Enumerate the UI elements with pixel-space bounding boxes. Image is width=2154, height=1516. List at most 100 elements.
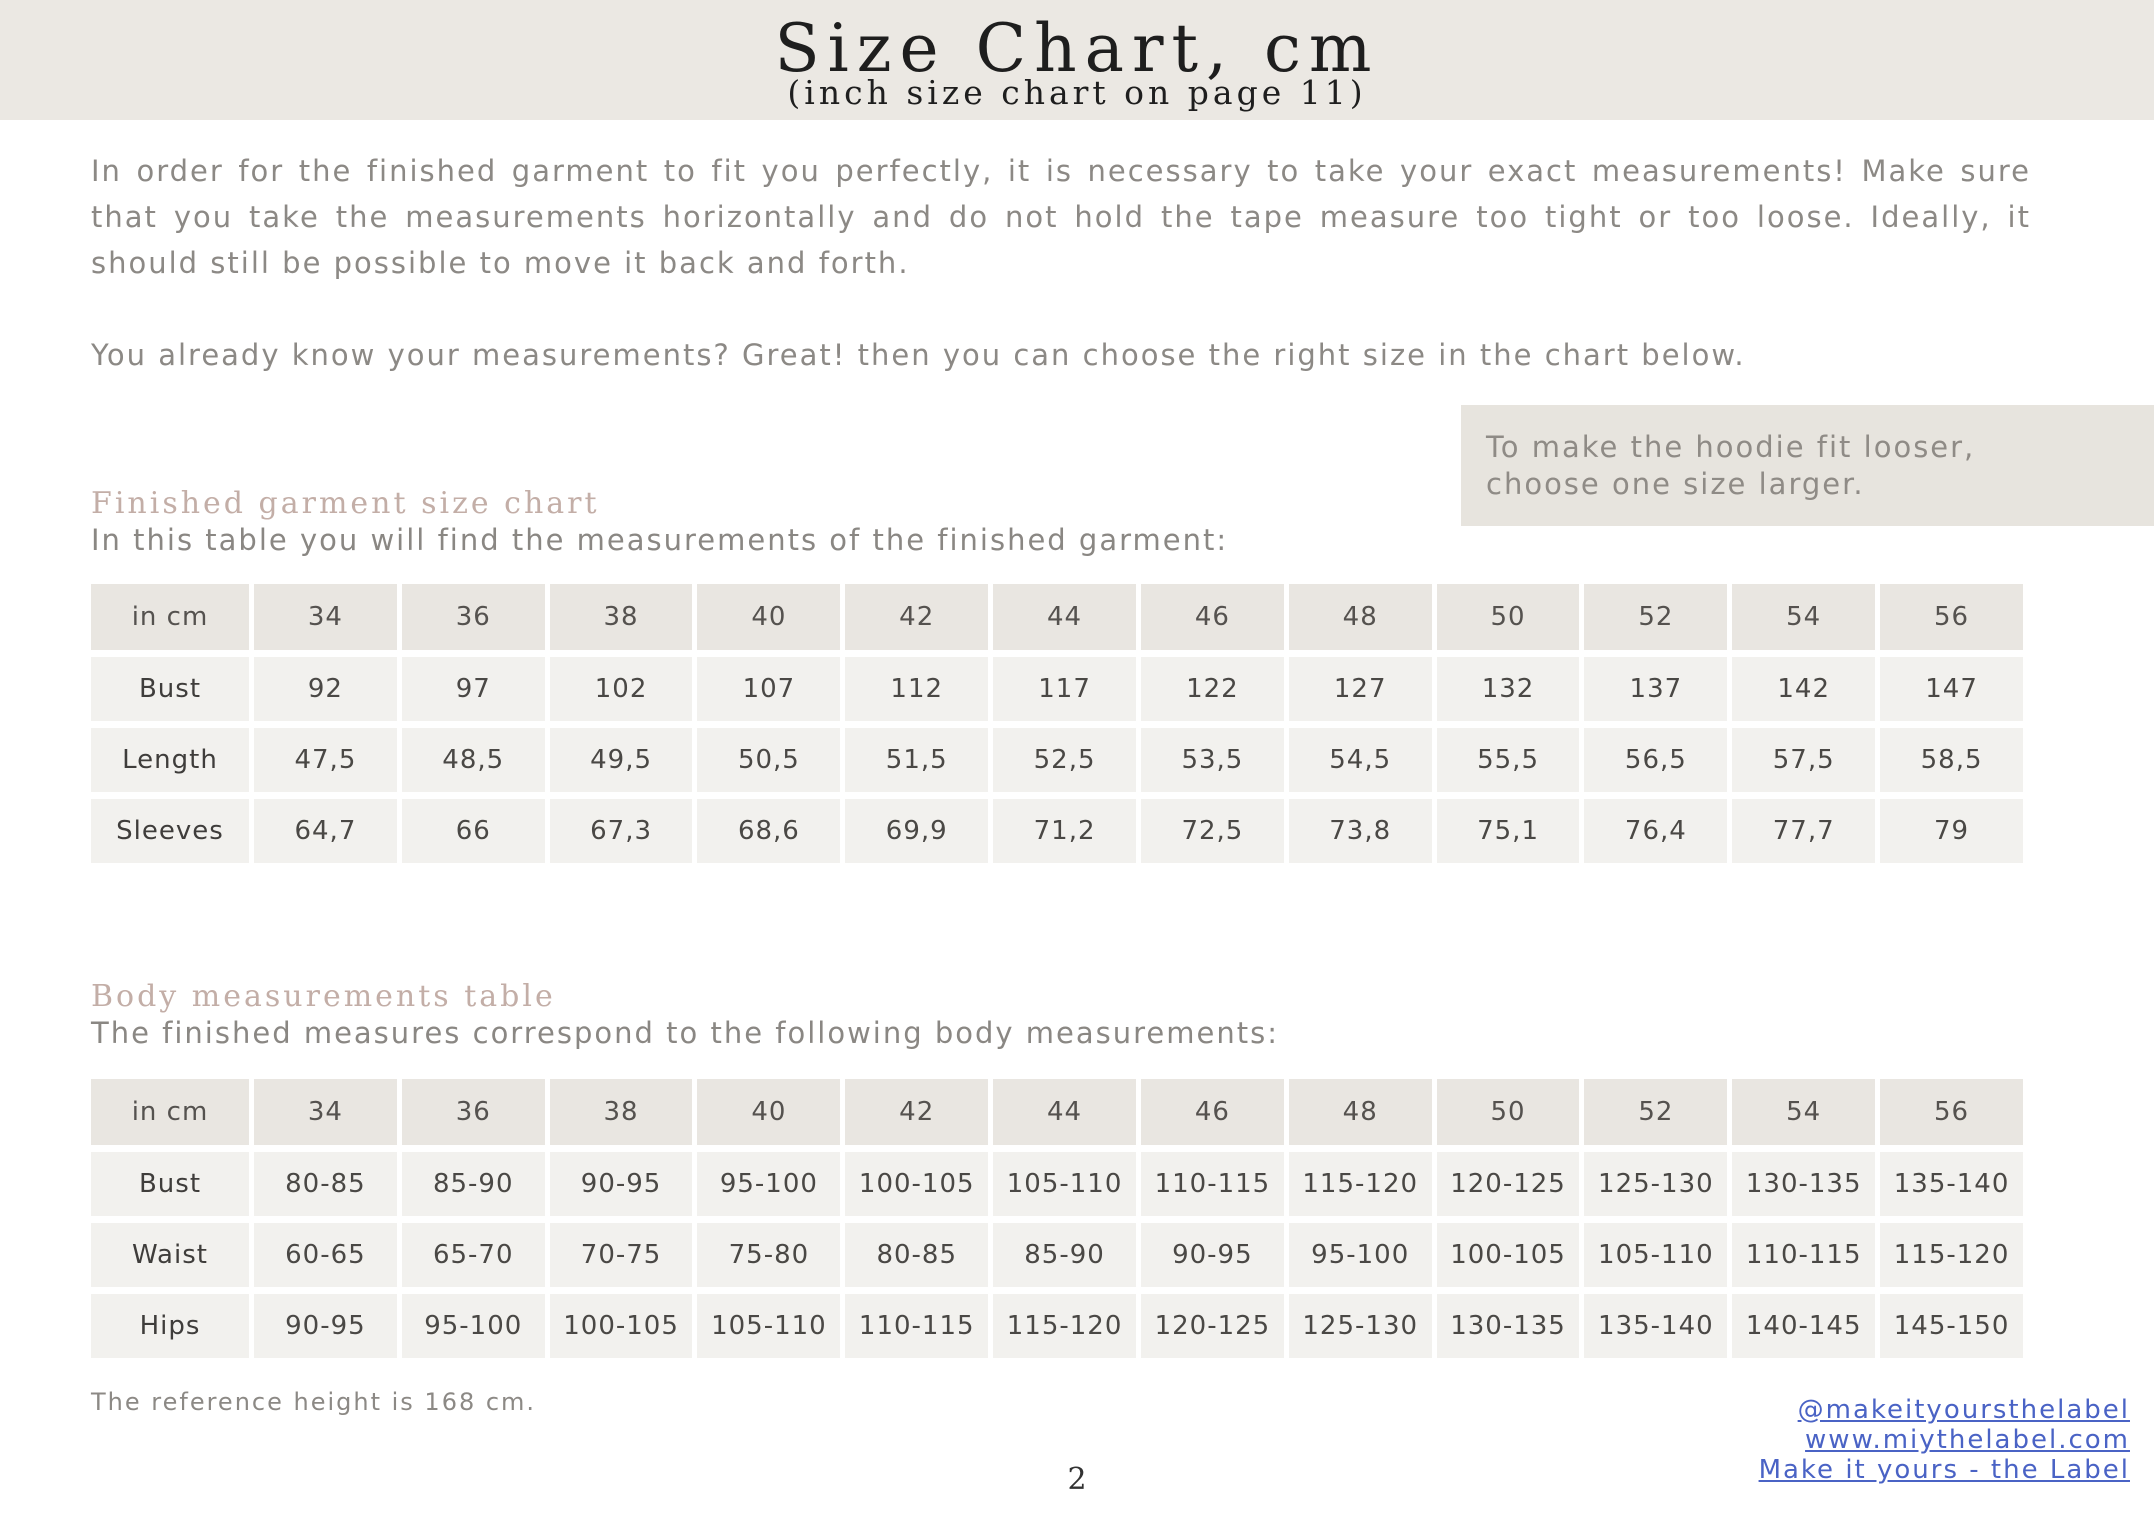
size-header: 52 <box>1584 1079 1728 1145</box>
table-cell: 107 <box>697 657 841 721</box>
table-cell: 67,3 <box>549 799 693 863</box>
table-row: Hips 90-95 95-100 100-105 105-110 110-11… <box>91 1294 2023 1358</box>
table-cell: 90-95 <box>549 1152 693 1216</box>
table-cell: 105-110 <box>993 1152 1136 1216</box>
table-cell: 145-150 <box>1880 1294 2023 1358</box>
table-cell: 110-115 <box>1732 1223 1876 1287</box>
size-header: 36 <box>401 584 545 650</box>
table-row: Bust 80-85 85-90 90-95 95-100 100-105 10… <box>91 1152 2023 1216</box>
body-measurements-table: in cm 34 36 38 40 42 44 46 48 50 52 54 5… <box>86 1072 2028 1365</box>
garment-section-heading: Finished garment size chart <box>91 486 600 521</box>
table-cell: 64,7 <box>254 799 397 863</box>
fit-note-box: To make the hoodie fit looser, choose on… <box>1461 405 2154 526</box>
table-cell: 110-115 <box>845 1294 989 1358</box>
page-subtitle: (inch size chart on page 11) <box>787 73 1367 112</box>
table-cell: 51,5 <box>845 728 989 792</box>
table-cell: 75,1 <box>1436 799 1580 863</box>
table-cell: 127 <box>1288 657 1432 721</box>
instagram-link[interactable]: @makeityoursthelabel <box>1759 1395 2130 1425</box>
website-link[interactable]: www.miythelabel.com <box>1759 1425 2130 1455</box>
table-cell: 102 <box>549 657 693 721</box>
table-cell: 100-105 <box>845 1152 989 1216</box>
size-header: 40 <box>697 584 841 650</box>
table-cell: 97 <box>401 657 545 721</box>
table-cell: 117 <box>993 657 1136 721</box>
table-cell: 100-105 <box>1436 1223 1580 1287</box>
intro-paragraph: You already know your measurements? Grea… <box>91 338 1746 372</box>
table-cell: 53,5 <box>1140 728 1284 792</box>
table-cell: 135-140 <box>1584 1294 1728 1358</box>
body-section-description: The finished measures correspond to the … <box>91 1016 1279 1050</box>
reference-height-note: The reference height is 168 cm. <box>91 1388 537 1416</box>
table-cell: 130-135 <box>1732 1152 1876 1216</box>
table-cell: 140-145 <box>1732 1294 1876 1358</box>
table-cell: 115-120 <box>1288 1152 1432 1216</box>
size-header: 50 <box>1436 584 1580 650</box>
table-cell: 112 <box>845 657 989 721</box>
table-cell: 105-110 <box>1584 1223 1728 1287</box>
fit-note-text: To make the hoodie fit looser, choose on… <box>1486 430 1976 501</box>
table-cell: 48,5 <box>401 728 545 792</box>
table-cell: 80-85 <box>845 1223 989 1287</box>
row-label: Hips <box>91 1294 249 1358</box>
brand-link[interactable]: Make it yours - the Label <box>1759 1455 2130 1485</box>
table-cell: 135-140 <box>1880 1152 2023 1216</box>
body-section-heading: Body measurements table <box>91 979 556 1014</box>
size-header: 52 <box>1584 584 1728 650</box>
size-header: 46 <box>1140 584 1284 650</box>
table-cell: 85-90 <box>401 1152 545 1216</box>
size-header: 48 <box>1288 584 1432 650</box>
size-header: 56 <box>1880 1079 2023 1145</box>
table-row: Bust 92 97 102 107 112 117 122 127 132 1… <box>91 657 2023 721</box>
table-cell: 47,5 <box>254 728 397 792</box>
table-cell: 92 <box>254 657 397 721</box>
table-cell: 68,6 <box>697 799 841 863</box>
table-header-row: in cm 34 36 38 40 42 44 46 48 50 52 54 5… <box>91 1079 2023 1145</box>
footer-links: @makeityoursthelabel www.miythelabel.com… <box>1759 1395 2130 1485</box>
table-cell: 122 <box>1140 657 1284 721</box>
table-cell: 90-95 <box>254 1294 397 1358</box>
table-cell: 130-135 <box>1436 1294 1580 1358</box>
size-header: 46 <box>1140 1079 1284 1145</box>
table-cell: 70-75 <box>549 1223 693 1287</box>
table-cell: 115-120 <box>993 1294 1136 1358</box>
table-cell: 95-100 <box>1288 1223 1432 1287</box>
table-corner-label: in cm <box>91 1079 249 1145</box>
table-cell: 85-90 <box>993 1223 1136 1287</box>
table-header-row: in cm 34 36 38 40 42 44 46 48 50 52 54 5… <box>91 584 2023 650</box>
table-cell: 79 <box>1880 799 2023 863</box>
table-cell: 120-125 <box>1436 1152 1580 1216</box>
table-cell: 76,4 <box>1584 799 1728 863</box>
size-header: 44 <box>993 1079 1136 1145</box>
table-cell: 73,8 <box>1288 799 1432 863</box>
table-cell: 137 <box>1584 657 1728 721</box>
table-cell: 71,2 <box>993 799 1136 863</box>
table-cell: 120-125 <box>1140 1294 1284 1358</box>
table-row: Length 47,5 48,5 49,5 50,5 51,5 52,5 53,… <box>91 728 2023 792</box>
table-cell: 142 <box>1732 657 1876 721</box>
intro-paragraph: In order for the finished garment to fit… <box>91 154 2031 280</box>
size-header: 54 <box>1732 1079 1876 1145</box>
size-header: 48 <box>1288 1079 1432 1145</box>
table-cell: 66 <box>401 799 545 863</box>
size-header: 36 <box>401 1079 545 1145</box>
size-header: 38 <box>549 1079 693 1145</box>
size-header: 38 <box>549 584 693 650</box>
table-cell: 77,7 <box>1732 799 1876 863</box>
garment-size-table: in cm 34 36 38 40 42 44 46 48 50 52 54 5… <box>86 577 2028 870</box>
table-cell: 132 <box>1436 657 1580 721</box>
table-cell: 110-115 <box>1140 1152 1284 1216</box>
size-header: 42 <box>845 584 989 650</box>
table-cell: 95-100 <box>401 1294 545 1358</box>
size-header: 44 <box>993 584 1136 650</box>
intro-text: In order for the finished garment to fit… <box>91 148 2031 378</box>
table-cell: 75-80 <box>697 1223 841 1287</box>
table-cell: 60-65 <box>254 1223 397 1287</box>
row-label: Bust <box>91 657 249 721</box>
table-row: Sleeves 64,7 66 67,3 68,6 69,9 71,2 72,5… <box>91 799 2023 863</box>
table-cell: 147 <box>1880 657 2023 721</box>
size-header: 56 <box>1880 584 2023 650</box>
size-header: 34 <box>254 1079 397 1145</box>
table-cell: 95-100 <box>697 1152 841 1216</box>
row-label: Length <box>91 728 249 792</box>
